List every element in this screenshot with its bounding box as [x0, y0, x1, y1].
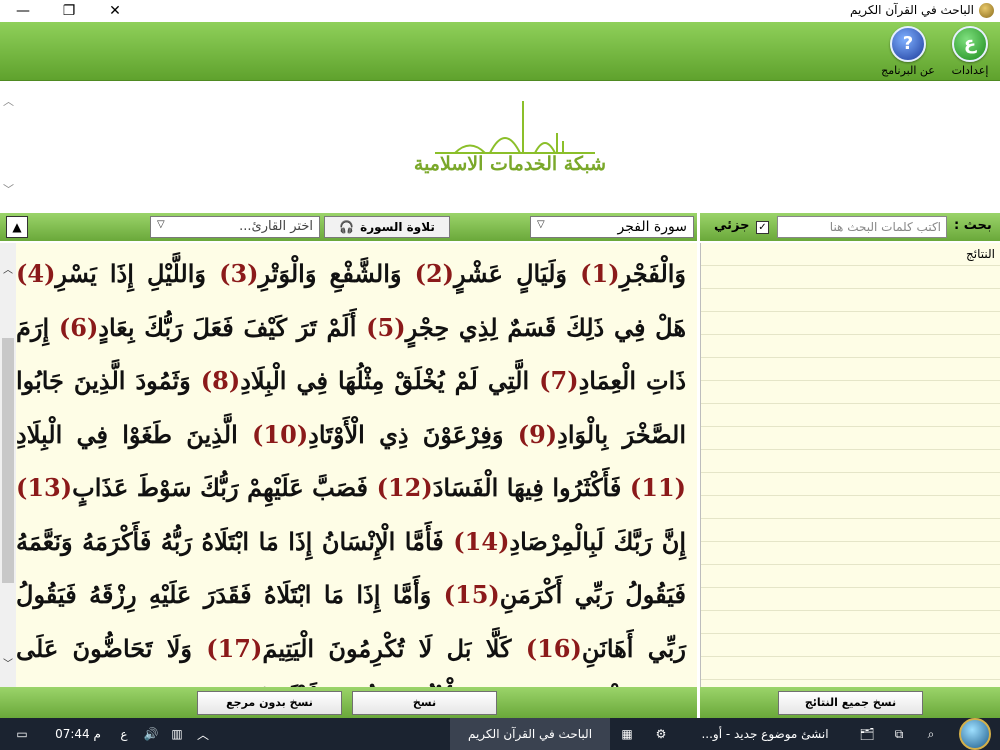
verse-text: الَّتِي لَمْ يُخْلَقْ مِثْلُهَا فِي الْب…: [240, 366, 540, 395]
verse-text: فَصَبَّ عَلَيْهِمْ رَبُّكَ سَوْطَ عَذَاب…: [72, 473, 377, 502]
verse-number: (10): [252, 419, 309, 449]
settings-button[interactable]: ع إعدادات: [942, 24, 998, 78]
title-bar: — ❐ ✕ الباحث في القرآن الكريم: [0, 0, 1000, 23]
network-icon[interactable]: ▥: [166, 718, 188, 750]
scrollbar-thumb[interactable]: [2, 338, 14, 583]
verse-number: (6): [58, 312, 99, 342]
verse-text: أَلَمْ تَرَ كَيْفَ فَعَلَ رَبُّكَ بِعَاد…: [98, 312, 367, 342]
copy-no-ref-button[interactable]: نسخ بدون مرجع: [197, 691, 342, 715]
file-explorer-icon[interactable]: 🗂: [852, 718, 882, 750]
task-view-icon[interactable]: ⧉: [884, 718, 914, 750]
logo-text: شبكة الخدمات الاسلامية: [413, 153, 607, 175]
scroll-down-icon[interactable]: ﹀: [3, 655, 13, 670]
partial-checkbox[interactable]: ✓: [756, 221, 769, 234]
verse-number: (16): [525, 633, 582, 663]
quran-bottom-bar: نسخ بدون مرجع نسخ: [0, 687, 697, 718]
verse-number: (9): [517, 419, 558, 449]
verse-number: (8): [200, 366, 241, 395]
verse-text: فَأَكْثَرُوا فِيهَا الْفَسَادَ: [432, 473, 630, 502]
verse-number: (3): [219, 259, 259, 288]
banner-scroll-down[interactable]: ﹀: [3, 181, 14, 197]
verse-text: وَاللَّيْلِ إِذَا يَسْرِ: [55, 259, 220, 288]
chevron-down-icon: ▽: [537, 219, 545, 230]
task-quran-app[interactable]: الباحث في القرآن الكريم: [450, 718, 610, 750]
minimize-button[interactable]: —: [0, 0, 46, 22]
verse-number: (17): [206, 633, 263, 663]
verse-number: (13): [16, 473, 73, 502]
search-input[interactable]: اكتب كلمات البحث هنا: [777, 216, 947, 238]
headphones-icon: 🎧: [339, 220, 355, 234]
verse-number: (1): [580, 259, 620, 288]
about-label: عن البرنامج: [881, 64, 935, 77]
settings-icon: ع: [952, 26, 988, 62]
restore-button[interactable]: ❐: [46, 0, 92, 22]
verse-text: وَلَيَالٍ عَشْرٍ: [454, 259, 581, 288]
minimize-icon: —: [16, 3, 30, 19]
restore-icon: ❐: [62, 3, 76, 19]
close-icon: ✕: [109, 3, 121, 19]
about-button[interactable]: ? عن البرنامج: [880, 24, 936, 78]
start-icon: [959, 718, 991, 750]
calculator-icon[interactable]: ▦: [612, 718, 642, 750]
window-title: الباحث في القرآن الكريم: [849, 3, 974, 17]
search-bottom-bar: نسخ جميع النتائج: [700, 687, 1000, 718]
results-list[interactable]: النتائج: [700, 243, 1000, 687]
copy-button[interactable]: نسخ: [352, 691, 497, 715]
partial-label: جزئي: [714, 218, 750, 233]
verse-text: وَالْفَجْرِ: [619, 259, 687, 288]
recite-label: تلاوة السورة: [360, 220, 435, 234]
verse-text: الَّذِينَ طَغَوْا فِي الْبِلَادِ: [16, 419, 253, 449]
verse-number: (5): [366, 312, 406, 342]
help-icon: ?: [890, 26, 926, 62]
verse-text: وَفِرْعَوْنَ ذِي الْأَوْتَادِ: [308, 419, 518, 449]
scroll-up-icon[interactable]: ︿: [3, 261, 13, 276]
settings-label: إعدادات: [951, 64, 989, 77]
reciter-placeholder: اختر القارئ...: [239, 219, 313, 234]
start-button[interactable]: [952, 718, 998, 750]
verse-number: (7): [539, 366, 579, 395]
app-icon: [979, 3, 994, 18]
verse-number: (4): [16, 259, 56, 288]
language-indicator[interactable]: ع: [114, 718, 134, 750]
verse-number: (15): [443, 580, 500, 609]
task-browser[interactable]: انشئ موضوع جديد - أو...: [680, 718, 850, 750]
banner: ︿ ﹀ شبكة الخدمات الاسلامية: [0, 81, 1000, 211]
taskbar: ▭ 07:44 م ع 🔊 ▥ ︿ 📁 الباحث في القرآن الك…: [0, 718, 1000, 750]
quran-scrollbar[interactable]: ︿ ﹀: [0, 243, 16, 687]
chevron-up-icon[interactable]: ︿: [192, 718, 214, 750]
search-toolbar: بحث : اكتب كلمات البحث هنا ✓ جزئي: [700, 213, 1000, 241]
verse-number: (14): [453, 526, 510, 556]
quran-toolbar: سورة الفجر ▽ تلاوة السورة 🎧 اختر القارئ.…: [0, 213, 697, 241]
surah-verses: وَالْفَجْرِ(1) وَلَيَالٍ عَشْرٍ(2) وَالش…: [16, 243, 686, 687]
notifications-icon[interactable]: ▭: [0, 718, 44, 750]
chevron-up-icon: ▲: [12, 220, 22, 234]
verse-text: هَلْ فِي ذَلِكَ قَسَمٌ لِذِي حِجْرٍ: [405, 312, 686, 342]
chevron-down-icon: ▽: [157, 219, 165, 230]
task-quran-label: الباحث في القرآن الكريم: [467, 727, 593, 741]
settings-icon[interactable]: ⚙: [646, 718, 676, 750]
verse-text: كَلَّا بَل لَا تُكْرِمُونَ الْيَتِيمَ: [262, 633, 526, 663]
verse-number: (2): [414, 259, 454, 288]
verse-text: وَالشَّفْعِ وَالْوَتْرِ: [258, 259, 415, 288]
clock[interactable]: 07:44 م: [48, 718, 108, 750]
volume-icon[interactable]: 🔊: [140, 718, 162, 750]
verse-number: (12): [376, 473, 433, 502]
copy-all-results-button[interactable]: نسخ جميع النتائج: [778, 691, 923, 715]
banner-scroll-up[interactable]: ︿: [3, 93, 14, 109]
verse-number: (11): [629, 473, 687, 502]
recite-surah-button[interactable]: تلاوة السورة 🎧: [324, 216, 450, 238]
search-label: بحث :: [954, 218, 992, 233]
verse-text: إِنَّ رَبَّكَ لَبِالْمِرْصَادِ: [509, 526, 686, 556]
task-browser-label: انشئ موضوع جديد - أو...: [701, 727, 829, 741]
reciter-select[interactable]: اختر القارئ... ▽: [150, 216, 320, 238]
quran-text-panel: وَالْفَجْرِ(1) وَلَيَالٍ عَشْرٍ(2) وَالش…: [16, 243, 697, 687]
toolbar: ع إعدادات ? عن البرنامج: [0, 22, 1000, 81]
surah-selected: سورة الفجر: [617, 219, 687, 235]
close-button[interactable]: ✕: [92, 0, 138, 22]
results-header: النتائج: [966, 247, 995, 261]
search-icon[interactable]: ⌕: [916, 718, 946, 750]
surah-select[interactable]: سورة الفجر ▽: [530, 216, 694, 238]
collapse-button[interactable]: ▲: [6, 216, 28, 238]
